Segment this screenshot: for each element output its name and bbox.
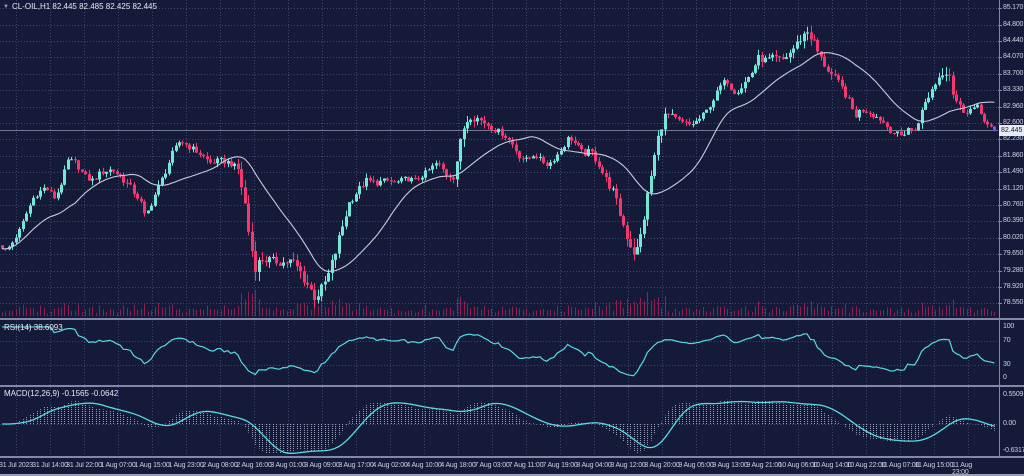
time-tick-label: 4 Aug 10:00 <box>406 462 441 469</box>
rsi-axis-label: 70 <box>1003 337 1010 345</box>
current-price-tag: 82.445 <box>999 125 1024 136</box>
time-tick-label: 9 Aug 05:00 <box>678 462 713 469</box>
time-tick-label: 3 Aug 01:00 <box>270 462 305 469</box>
price-tick-label: 83.700 <box>1003 70 1023 78</box>
time-axis: 31 Jul 202331 Jul 14:0031 Jul 22:001 Aug… <box>0 462 1000 474</box>
time-tick-label: 7 Aug 19:00 <box>542 462 577 469</box>
macd-axis-label: 0.5509 <box>1003 391 1023 399</box>
time-tick-label: 11 Aug 07:00 <box>881 462 919 469</box>
time-tick-label: 2 Aug 16:00 <box>236 462 271 469</box>
time-tick-label: 3 Aug 09:00 <box>304 462 339 469</box>
time-tick-label: 3 Aug 17:00 <box>338 462 373 469</box>
macd-axis-label: 0.00 <box>1003 420 1016 428</box>
price-tick-label: 85.170 <box>1003 4 1023 12</box>
time-tick-label: 7 Aug 11:00 <box>509 462 544 469</box>
time-tick-label: 2 Aug 08:00 <box>202 462 237 469</box>
price-tick-label: 84.800 <box>1003 21 1023 29</box>
price-tick-label: 81.860 <box>1003 152 1023 160</box>
time-tick-label: 4 Aug 18:00 <box>440 462 475 469</box>
price-tick-label: 82.960 <box>1003 103 1023 111</box>
price-tick-label: 81.490 <box>1003 168 1023 176</box>
rsi-axis-label: 0 <box>1003 374 1007 382</box>
time-tick-label: 11 Aug 15:00 <box>915 462 953 469</box>
rsi-axis-label: 30 <box>1003 361 1010 369</box>
time-tick-label: 10 Aug 22:00 <box>847 462 886 469</box>
price-axis-border <box>999 0 1000 458</box>
panel-resize-handle-rsi[interactable] <box>0 385 1024 387</box>
time-tick-label: 7 Aug 03:00 <box>474 462 509 469</box>
time-tick-label: 31 Jul 22:00 <box>66 462 102 469</box>
trading-chart-window: ▼CL-OIL,H1 82.445 82.485 82.425 82.445 R… <box>0 0 1024 476</box>
time-tick-label: 1 Aug 07:00 <box>100 462 135 469</box>
macd-axis-label: -0.6317 <box>1003 447 1024 455</box>
price-tick-label: 84.070 <box>1003 53 1023 61</box>
time-tick-label: 31 Jul 2023 <box>0 462 33 469</box>
price-tick-label: 78.920 <box>1003 283 1023 291</box>
price-tick-label: 83.330 <box>1003 86 1023 94</box>
panel-resize-handle-main[interactable] <box>0 318 1024 320</box>
time-tick-label: 9 Aug 13:00 <box>712 462 747 469</box>
time-tick-label: 11 Aug 23:00 <box>952 462 984 474</box>
price-tick-label: 79.650 <box>1003 250 1023 258</box>
price-tick-label: 80.390 <box>1003 217 1023 225</box>
time-tick-label: 8 Aug 12:00 <box>610 462 645 469</box>
time-tick-label: 31 Jul 14:00 <box>32 462 68 469</box>
price-tick-label: 79.280 <box>1003 267 1023 275</box>
time-tick-label: 1 Aug 23:00 <box>168 462 203 469</box>
price-tick-label: 78.550 <box>1003 299 1023 307</box>
time-tick-label: 9 Aug 21:00 <box>746 462 781 469</box>
rsi-axis-label: 100 <box>1003 323 1014 331</box>
price-tick-label: 80.760 <box>1003 201 1023 209</box>
price-tick-label: 84.440 <box>1003 37 1023 45</box>
panel-resize-handle-macd[interactable] <box>0 456 1024 458</box>
chart-canvas[interactable] <box>0 0 1024 476</box>
time-tick-label: 1 Aug 15:00 <box>134 462 169 469</box>
price-tick-label: 82.230 <box>1003 135 1023 143</box>
price-tick-label: 81.120 <box>1003 185 1023 193</box>
price-tick-label: 80.020 <box>1003 234 1023 242</box>
time-tick-label: 8 Aug 20:00 <box>644 462 679 469</box>
time-tick-label: 8 Aug 04:00 <box>576 462 611 469</box>
time-tick-label: 4 Aug 02:00 <box>372 462 407 469</box>
